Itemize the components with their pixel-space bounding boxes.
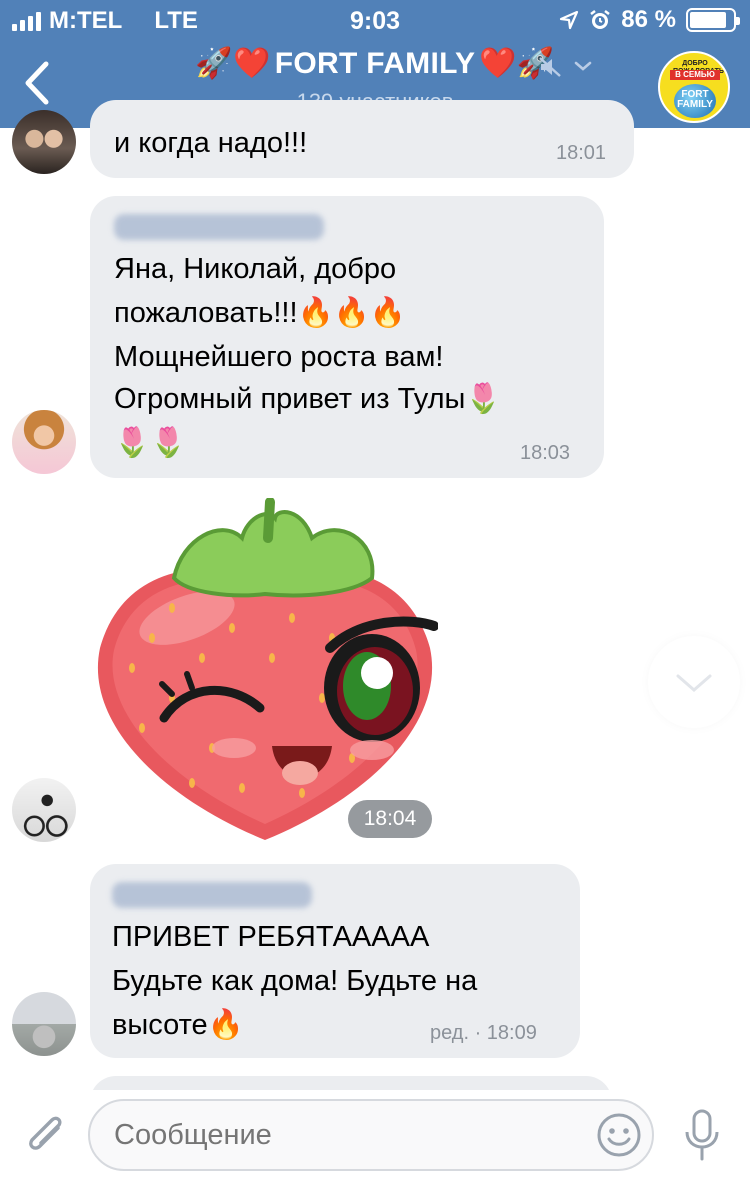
- location-arrow-icon: [560, 10, 579, 30]
- message-text: и когда надо!!!: [114, 127, 308, 159]
- sender-name-blurred: [114, 214, 324, 240]
- message-time: 18:01: [556, 142, 607, 164]
- message-line: Огромный привет из Тулы🌷: [114, 383, 502, 415]
- message-bubble[interactable]: и когда надо!!! 18:01: [90, 100, 634, 178]
- message-bubble[interactable]: Яна, Николай, добро пожаловать!!!🔥🔥🔥 Мощ…: [90, 196, 604, 478]
- avatar-logo-text: FORT FAMILY: [677, 89, 713, 110]
- sender-avatar[interactable]: [12, 410, 76, 474]
- battery-icon: [686, 8, 740, 32]
- group-avatar[interactable]: ДОБРО ПОЖАЛОВАТЬ В СЕМЬЮ FORT FAMILY: [658, 51, 730, 123]
- alarm-icon: [590, 10, 611, 29]
- message-line: Яна, Николай, добро: [114, 253, 397, 285]
- status-icons: 86 %: [559, 6, 740, 34]
- chat-title[interactable]: 🚀❤️ FORT FAMILY ❤️🚀: [195, 46, 554, 81]
- status-bar: M:TEL LTE 9:03 86 %: [0, 0, 750, 40]
- message-line: пожаловать!!!🔥🔥🔥: [114, 297, 406, 329]
- paperclip-icon[interactable]: [22, 1108, 68, 1160]
- message-edited-time: ред. · 18:09: [430, 1022, 537, 1044]
- message-line: высоте🔥: [112, 1009, 244, 1041]
- message-line: ПРИВЕТ РЕБЯТААААА: [112, 921, 430, 953]
- speaker-muted-icon: [539, 57, 561, 77]
- scroll-down-button[interactable]: [648, 636, 740, 728]
- sender-avatar[interactable]: [12, 110, 76, 174]
- avatar-band-text: В СЕМЬЮ: [670, 70, 720, 80]
- message-time: 18:03: [520, 442, 571, 464]
- chat-name: FORT FAMILY: [274, 46, 476, 80]
- sender-avatar[interactable]: [12, 992, 76, 1056]
- message-line: 🌷🌷: [114, 427, 187, 459]
- chat-title-area[interactable]: 🚀❤️ FORT FAMILY ❤️🚀: [0, 46, 750, 81]
- smiley-icon[interactable]: [596, 1112, 642, 1158]
- strawberry-wink-sticker[interactable]: [92, 498, 438, 844]
- sender-avatar[interactable]: [12, 778, 76, 842]
- sticker-time: 18:04: [348, 800, 432, 838]
- message-input[interactable]: [88, 1099, 654, 1171]
- message-bubble[interactable]: ПРИВЕТ РЕБЯТААААА Будьте как дома! Будьт…: [90, 864, 580, 1058]
- chevron-down-icon[interactable]: [572, 57, 594, 75]
- battery-percent: 86 %: [621, 6, 676, 33]
- title-emoji-left: 🚀❤️: [195, 47, 271, 80]
- message-line: Будьте как дома! Будьте на: [112, 965, 478, 997]
- microphone-icon[interactable]: [682, 1108, 722, 1162]
- chevron-down-icon: [676, 674, 712, 692]
- message-line: Мощнейшего роста вам!: [114, 341, 444, 373]
- sender-name-blurred: [112, 882, 312, 908]
